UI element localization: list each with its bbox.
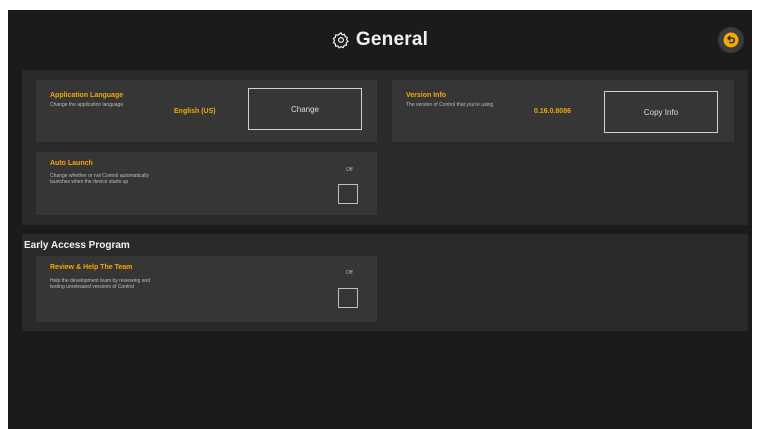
card-description: Change the application language (50, 102, 124, 108)
auto-launch-card: Auto Launch Change whether or not Contro… (36, 152, 377, 215)
card-title: Auto Launch (50, 160, 93, 167)
app-window: General Application Language Change the … (8, 10, 752, 429)
application-language-card: Application Language Change the applicat… (36, 80, 377, 142)
card-title: Application Language (50, 92, 124, 99)
version-info-card: Version Info The version of Control that… (392, 80, 734, 142)
back-arrow-icon (723, 32, 739, 48)
current-language: English (US) (174, 108, 216, 115)
card-description: The version of Control that you're using (406, 102, 494, 108)
change-language-button[interactable]: Change (248, 88, 362, 130)
section-title: Early Access Program (24, 240, 130, 251)
version-number: 0.16.0.8086 (534, 108, 571, 115)
review-state: Off (346, 270, 353, 276)
card-description-line2: testing unreleased versions of Control (50, 284, 134, 290)
page-title-group: General (332, 29, 428, 51)
card-title: Review & Help The Team (50, 264, 133, 271)
review-checkbox[interactable] (338, 288, 358, 308)
copy-info-button[interactable]: Copy Info (604, 91, 718, 133)
auto-launch-state: Off (346, 167, 353, 173)
early-access-panel: Early Access Program Review & Help The T… (22, 234, 748, 331)
back-button[interactable] (718, 27, 744, 53)
review-help-card: Review & Help The Team Help the developm… (36, 256, 377, 322)
general-settings-panel: Application Language Change the applicat… (22, 70, 748, 225)
card-title: Version Info (406, 92, 447, 99)
auto-launch-checkbox[interactable] (338, 184, 358, 204)
gear-icon (332, 32, 349, 49)
page-title: General (355, 29, 429, 50)
card-description-line2: launches when the device starts up (50, 179, 129, 185)
header: General (8, 10, 752, 70)
